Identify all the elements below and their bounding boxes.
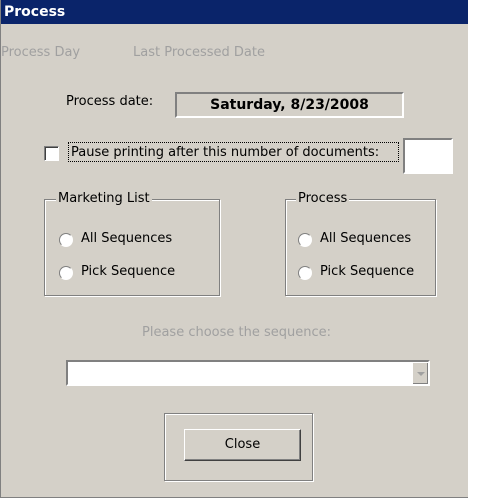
marketing-list-legend: Marketing List	[56, 191, 152, 206]
title-bar[interactable]: Process	[1, 0, 468, 24]
process-all-sequences-label[interactable]: All Sequences	[320, 231, 411, 246]
marketing-all-sequences-label[interactable]: All Sequences	[81, 231, 172, 246]
chevron-down-icon	[417, 372, 425, 376]
close-button[interactable]: Close	[184, 429, 301, 461]
process-pick-sequence-radio[interactable]	[298, 266, 312, 280]
choose-sequence-label: Please choose the sequence:	[142, 325, 332, 340]
dropdown-button[interactable]	[412, 362, 428, 384]
sequence-dropdown[interactable]	[66, 360, 430, 386]
document-count-input[interactable]	[403, 138, 453, 174]
process-group	[285, 199, 436, 296]
marketing-all-sequences-radio[interactable]	[59, 233, 73, 247]
menu-item-process-day[interactable]: Process Day	[1, 45, 80, 60]
process-window: Process Process Day Last Processed Date …	[0, 0, 468, 498]
pause-printing-checkbox[interactable]	[44, 146, 59, 161]
process-all-sequences-radio[interactable]	[298, 233, 312, 247]
marketing-pick-sequence-label[interactable]: Pick Sequence	[81, 264, 175, 279]
marketing-pick-sequence-radio[interactable]	[59, 266, 73, 280]
marketing-list-group	[44, 199, 220, 296]
process-group-legend: Process	[296, 191, 350, 206]
process-date-label: Process date:	[66, 94, 154, 109]
pause-printing-label[interactable]: Pause printing after this number of docu…	[71, 145, 379, 160]
window-title: Process	[4, 4, 66, 20]
process-pick-sequence-label[interactable]: Pick Sequence	[320, 264, 414, 279]
process-date-field: Saturday, 8/23/2008	[175, 92, 404, 118]
menu-item-last-processed-date[interactable]: Last Processed Date	[133, 45, 265, 60]
